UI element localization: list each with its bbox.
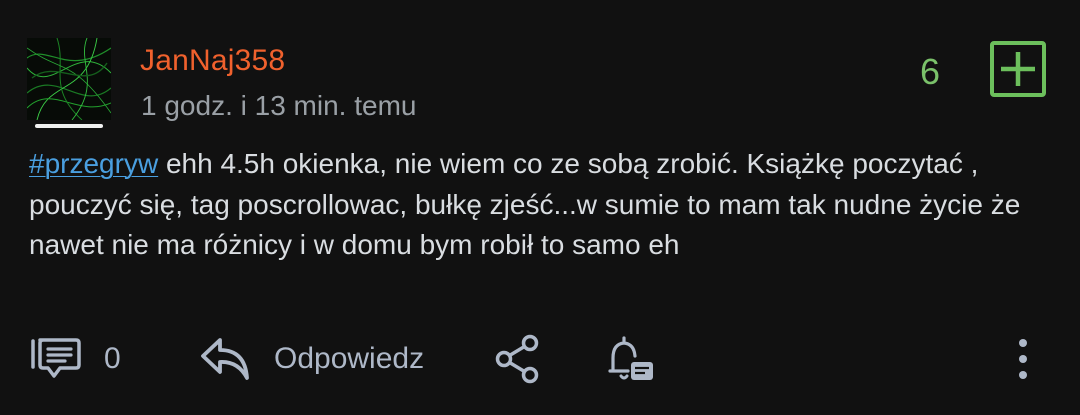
bell-icon: [608, 336, 653, 380]
notify-button[interactable]: [606, 334, 656, 386]
reply-label[interactable]: Odpowiedz: [274, 342, 424, 376]
avatar[interactable]: [27, 38, 111, 120]
avatar-status-bar: [35, 124, 103, 128]
comments-button[interactable]: [30, 336, 82, 380]
vote-count: 6: [919, 51, 941, 92]
action-bar: 0 Odpowiedz: [0, 330, 1080, 390]
post-text: ehh 4.5h okienka, nie wiem co ze sobą zr…: [29, 148, 1021, 260]
entry-card: JanNaj358 1 godz. i 13 min. temu 6 #prze…: [0, 0, 1080, 415]
tag-link[interactable]: #przegryw: [29, 148, 158, 179]
post-timestamp: 1 godz. i 13 min. temu: [141, 90, 417, 121]
comments-icon: [31, 338, 81, 378]
reply-button[interactable]: [200, 336, 252, 382]
comments-count[interactable]: 0: [104, 342, 121, 376]
share-button[interactable]: [494, 334, 542, 384]
reply-icon: [201, 338, 249, 380]
plus-icon: [1001, 52, 1035, 86]
more-vertical-icon: [1019, 339, 1027, 379]
more-options-button[interactable]: [1012, 334, 1034, 386]
post-body: #przegryw ehh 4.5h okienka, nie wiem co …: [29, 144, 1049, 266]
upvote-button[interactable]: [990, 41, 1046, 97]
share-icon: [495, 334, 539, 384]
author-name[interactable]: JanNaj358: [140, 44, 285, 78]
avatar-block[interactable]: [27, 38, 111, 130]
